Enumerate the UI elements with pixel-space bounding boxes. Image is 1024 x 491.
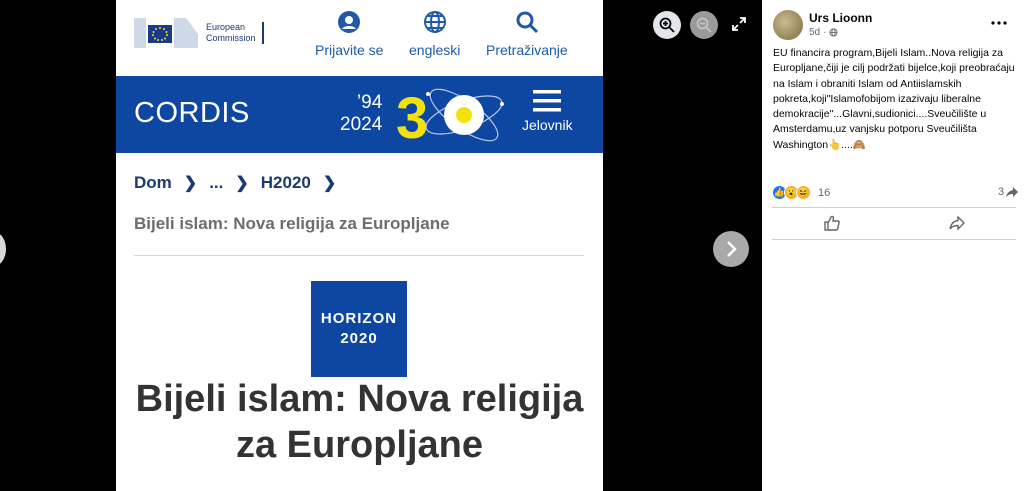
fullscreen-icon <box>732 17 746 31</box>
thumbs-up-icon <box>824 215 840 231</box>
european-commission-logo: European Commission <box>134 16 264 50</box>
chevron-right-icon <box>727 241 737 257</box>
post-text: EU financira program,Bijeli Islam..Nova … <box>773 47 1015 151</box>
login-link[interactable]: Prijavite se <box>315 10 383 58</box>
reaction-count: 16 <box>818 186 831 199</box>
cordis-bar: CORDIS ’94 2024 3 Jelovnik <box>116 76 603 153</box>
cordis-title[interactable]: CORDIS <box>134 97 250 130</box>
svg-text:3: 3 <box>396 86 428 150</box>
anniversary-years: ’94 2024 <box>340 92 382 136</box>
like-button[interactable] <box>822 213 842 233</box>
breadcrumb-home[interactable]: Dom <box>134 173 172 193</box>
ec-logo-text: European Commission <box>206 22 264 44</box>
fullscreen-button[interactable] <box>729 14 749 34</box>
chevron-right-icon: ❯ <box>183 175 198 192</box>
user-icon <box>337 10 361 39</box>
avatar[interactable] <box>773 10 803 40</box>
search-link[interactable]: Pretraživanje <box>486 10 568 58</box>
reactions-summary[interactable]: 👍 😮 😆 16 <box>772 185 830 200</box>
year-start: ’94 <box>356 92 383 113</box>
previous-photo-button[interactable] <box>0 232 6 266</box>
divider <box>772 207 1016 208</box>
search-icon <box>515 10 539 39</box>
breadcrumb: Dom ❯ ... ❯ H2020 ❯ <box>134 173 336 193</box>
page-title-line2: za Europljane <box>235 424 484 466</box>
horizon-2020-logo: HORIZON 2020 <box>311 281 407 377</box>
login-label: Prijavite se <box>315 42 384 58</box>
share-count-link[interactable]: 3 <box>998 186 1019 198</box>
breadcrumb-ellipsis[interactable]: ... <box>209 173 223 193</box>
share-icon <box>949 216 965 230</box>
globe-icon <box>829 28 839 37</box>
more-options-button[interactable] <box>991 12 1007 30</box>
page-subtitle: Bijeli islam: Nova religija za Europljan… <box>134 214 450 233</box>
zoom-out-button[interactable] <box>690 11 718 39</box>
post-meta: 5d · <box>809 27 839 38</box>
ec-header: European Commission Prijavite se englesk… <box>116 0 603 76</box>
breadcrumb-h2020[interactable]: H2020 <box>261 173 311 193</box>
share-count: 3 <box>998 186 1005 198</box>
search-label: Pretraživanje <box>486 42 568 58</box>
horizon-line2: 2020 <box>340 330 378 347</box>
anniversary-30-logo: 3 <box>396 86 504 150</box>
haha-reaction-icon: 😆 <box>796 185 811 200</box>
post-time[interactable]: 5d <box>809 27 820 38</box>
ec-logo-line1: European <box>206 22 246 32</box>
menu-label: Jelovnik <box>522 117 573 133</box>
next-photo-button[interactable] <box>713 231 749 267</box>
eu-flag-icon <box>134 16 200 50</box>
zoom-in-icon <box>659 17 675 33</box>
more-icon <box>991 21 1007 25</box>
photo-viewer: European Commission Prijavite se englesk… <box>0 0 762 491</box>
globe-icon <box>423 10 447 39</box>
page-title-line1: Bijeli islam: Nova religija <box>135 378 584 420</box>
author-name[interactable]: Urs Lioonn <box>809 11 872 25</box>
share-button[interactable] <box>947 213 967 233</box>
share-arrow-icon <box>1006 187 1019 197</box>
menu-button[interactable]: Jelovnik <box>522 90 573 133</box>
chevron-right-icon: ❯ <box>235 175 249 192</box>
post-panel: Urs Lioonn 5d · EU financira program,Bij… <box>762 0 1024 491</box>
zoom-in-button[interactable] <box>653 11 681 39</box>
chevron-right-icon: ❯ <box>322 175 337 192</box>
horizon-line1: HORIZON <box>320 310 398 327</box>
ec-logo-line2: Commission <box>206 33 256 43</box>
divider <box>134 255 584 256</box>
zoom-out-icon <box>696 17 712 33</box>
language-label: engleski <box>409 42 461 58</box>
divider <box>772 239 1016 240</box>
year-end: 2024 <box>340 114 383 135</box>
language-link[interactable]: engleski <box>409 10 460 58</box>
hamburger-icon <box>533 90 562 112</box>
page-title: Bijeli islam: Nova religija za Europljan… <box>116 376 603 468</box>
shared-screenshot: European Commission Prijavite se englesk… <box>116 0 603 491</box>
